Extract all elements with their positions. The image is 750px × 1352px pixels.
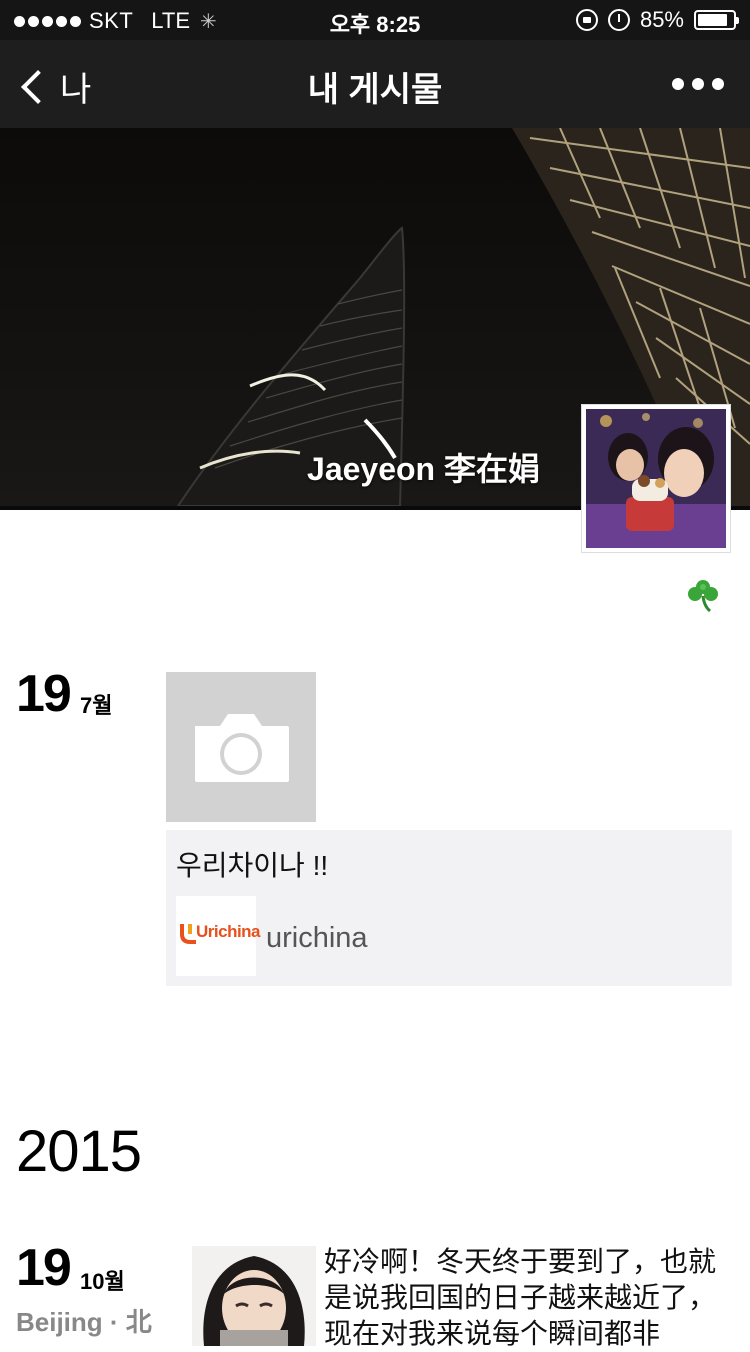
post-camera-tile[interactable] — [166, 672, 316, 822]
post-text: 우리차이나 !! — [176, 850, 329, 881]
more-dot-icon — [672, 78, 684, 90]
camera-icon — [195, 714, 289, 782]
rotation-lock-icon — [575, 9, 598, 31]
profile-name: Jaeyeon 李在娟 — [307, 451, 540, 487]
post-photo-image — [192, 1246, 316, 1346]
status-right: 85% — [575, 7, 739, 33]
chevron-left-icon — [21, 69, 55, 104]
shared-link-thumbnail: Urichina — [176, 896, 261, 976]
profile-avatar[interactable] — [581, 404, 731, 553]
post-text: 好冷啊！冬天终于要到了，也就是说我回国的日子越来越近了，现在对我来说每个瞬间都非 — [324, 1246, 717, 1349]
alarm-icon — [607, 9, 630, 31]
status-bar: SKT LTE ✳ 오후 8:25 85% — [0, 0, 750, 40]
post-date-month: 7월 — [80, 693, 113, 718]
more-dot-icon — [692, 78, 704, 90]
post-location[interactable]: Beijing · 北 — [16, 1302, 152, 1339]
avatar-image — [586, 409, 726, 548]
shared-link-card[interactable]: 우리차이나 !! Urichina urichina — [166, 830, 732, 986]
page-title: 내 게시물 — [307, 71, 443, 109]
more-dot-icon — [712, 78, 724, 90]
battery-percent: 85% — [639, 7, 684, 32]
shared-link-title: urichina — [266, 922, 368, 954]
post-date-day: 19 — [16, 1239, 72, 1297]
urichina-logo-icon — [180, 924, 196, 944]
post-photo-thumbnail[interactable] — [192, 1246, 316, 1346]
post-date-day: 19 — [16, 665, 72, 723]
urichina-logo-text: Urichina — [196, 922, 261, 941]
year-divider: 2015 — [16, 1119, 142, 1184]
clover-icon — [688, 580, 718, 613]
navigation-bar: 나 내 게시물 — [0, 40, 750, 128]
back-button-label: 나 — [60, 71, 92, 109]
battery-icon — [694, 10, 739, 30]
post-date-month: 10월 — [80, 1269, 125, 1294]
back-button[interactable]: 나 — [18, 62, 91, 111]
more-button[interactable] — [672, 78, 724, 90]
